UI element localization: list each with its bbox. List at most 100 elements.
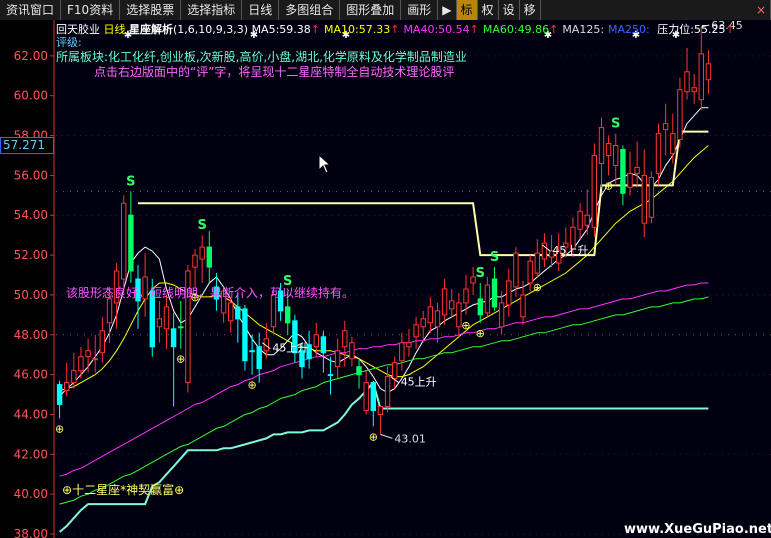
candle-body-91 <box>705 63 712 81</box>
toolbar-item-12[interactable]: 移 <box>520 0 541 20</box>
toolbar-item-5[interactable]: 多图组合 <box>279 0 341 20</box>
ma-arrow-2: ↑ <box>469 23 479 36</box>
toolbar-item-0[interactable]: 资讯窗口 <box>0 0 62 20</box>
candle-body-26 <box>242 308 248 362</box>
toolbar-item-6[interactable]: 图形叠加 <box>340 0 402 20</box>
candle-body-3 <box>78 356 84 372</box>
y-tick-label-6: 50.00 <box>14 288 48 302</box>
pressure-label: 压力位: <box>657 23 694 36</box>
up-label-3: 45上升 <box>552 244 588 257</box>
comment-text: 该股形态良好，短线明朗，果断介入，可以继续持有。 <box>66 286 355 300</box>
toolbar-item-11[interactable]: 设 <box>499 0 520 20</box>
candle-body-5 <box>92 358 98 361</box>
candle-body-43 <box>363 382 369 412</box>
candle-body-89 <box>691 87 697 93</box>
indicator-params: (1,6,10,9,3,3) <box>173 23 249 36</box>
ma-item-5: MA250: <box>608 23 650 36</box>
toolbar-item-7[interactable]: 画形 <box>401 0 439 20</box>
candle-body-75 <box>591 155 597 228</box>
coin-mark-7: ⊕ <box>533 281 542 294</box>
ma-item-4: MA125: <box>562 23 605 36</box>
candle-body-32 <box>285 306 291 324</box>
candle-body-53 <box>434 310 441 328</box>
candle-body-19 <box>192 254 198 268</box>
candle-body-51 <box>420 318 426 328</box>
ma-item-1: MA10:57.33↑ <box>324 23 400 36</box>
candle-body-90 <box>698 53 704 101</box>
candle-body-36 <box>313 334 320 348</box>
candle-body-24 <box>228 302 234 322</box>
indicator-name[interactable]: 星座解析 <box>129 23 173 36</box>
up-label-2: 45上升 <box>401 376 437 389</box>
s-signal-mark-4: S <box>490 250 499 265</box>
current-price-box: 57.271 <box>0 137 54 154</box>
coin-mark-4: ⊕ <box>369 430 378 443</box>
candle-body-37 <box>320 336 327 354</box>
toolbar-item-3[interactable]: 选择指标 <box>181 0 243 20</box>
s-signal-mark-5: S <box>611 117 620 132</box>
candle-body-80 <box>627 172 633 188</box>
candle-body-1 <box>64 382 70 392</box>
candle-body-16 <box>170 328 177 348</box>
candle-body-83 <box>648 176 655 218</box>
mouse-cursor-icon <box>318 154 332 174</box>
close-button[interactable]: × <box>752 0 771 20</box>
candle-body-50 <box>413 324 419 338</box>
candle-body-42 <box>356 366 362 376</box>
y-tick-label-8: 46.00 <box>14 368 48 382</box>
candle-body-60 <box>484 284 491 314</box>
hint-text: 点击右边版面中的“评”字，将呈现十二星座特制全自动技术理论股评 <box>94 65 455 79</box>
candle-body-78 <box>613 145 619 166</box>
candle-body-39 <box>334 350 341 368</box>
s-signal-mark-3: S <box>476 266 485 281</box>
coin-mark-0: ⊕ <box>55 422 64 435</box>
candle-body-25 <box>235 306 241 320</box>
toolbar-item-4[interactable]: 日线 <box>242 0 280 20</box>
candle-body-73 <box>577 210 583 230</box>
candle-body-67 <box>534 252 540 274</box>
kline-chart[interactable]: SSSSSS⊕⊕⊕⊕⊕⊕⊕⊕⊕45上升45上升45上升63.4543.01✱ ✱ ✱… <box>0 20 771 538</box>
candle-body-47 <box>392 362 398 380</box>
candle-body-0 <box>56 384 63 406</box>
candle-body-55 <box>449 300 455 310</box>
ma-arrow-1: ↑ <box>390 23 400 36</box>
watermark-coin-icon: ⊕ <box>62 483 73 497</box>
toolbar-item-1[interactable]: F10资料 <box>61 0 121 20</box>
y-tick-label-1: 60.00 <box>14 89 48 103</box>
candle-body-82 <box>641 174 647 224</box>
up-label-1: 45上升 <box>272 342 308 355</box>
candle-body-79 <box>620 149 626 194</box>
watermark-label: 十二星座*神契赢富 <box>72 483 175 497</box>
coin-mark-8: ⊕ <box>604 179 613 192</box>
candle-body-46 <box>384 376 391 408</box>
coin-mark-1: ⊕ <box>176 353 185 366</box>
candle-body-28 <box>256 346 262 370</box>
candle-body-15 <box>163 306 170 330</box>
candle-body-84 <box>655 133 662 174</box>
toolbar-item-10[interactable]: 权 <box>478 0 499 20</box>
candle-body-17 <box>178 326 184 329</box>
candle-body-57 <box>463 288 469 304</box>
toolbar-item-2[interactable]: 选择股票 <box>120 0 182 20</box>
candle-body-6 <box>99 330 105 354</box>
candle-body-62 <box>498 302 505 328</box>
plot-area <box>54 20 771 538</box>
candle-body-85 <box>662 123 669 131</box>
candle-body-63 <box>506 280 512 306</box>
candle-body-49 <box>406 342 412 348</box>
low-price-label: 43.01 <box>394 432 426 445</box>
ma-item-2: MA40:50.54↑ <box>403 23 479 36</box>
header-line: 回天胶业 日线 星座解析(1,6,10,9,3,3) MA5:59.38↑ MA1… <box>56 21 735 37</box>
candle-body-64 <box>513 252 519 288</box>
y-tick-label-0: 62.00 <box>14 49 48 63</box>
y-tick-label-12: 38.00 <box>14 527 48 538</box>
toolbar-item-9[interactable]: 标 <box>456 0 478 20</box>
candle-body-76 <box>598 127 605 164</box>
toolbar-item-8[interactable]: ▶ <box>438 0 457 20</box>
watermark-coin-icon-2: ⊕ <box>174 483 185 497</box>
candle-body-88 <box>684 71 690 93</box>
y-tick-label-4: 54.00 <box>14 208 48 222</box>
candle-body-61 <box>491 278 498 308</box>
candle-body-48 <box>399 342 405 362</box>
candle-body-2 <box>71 370 77 384</box>
